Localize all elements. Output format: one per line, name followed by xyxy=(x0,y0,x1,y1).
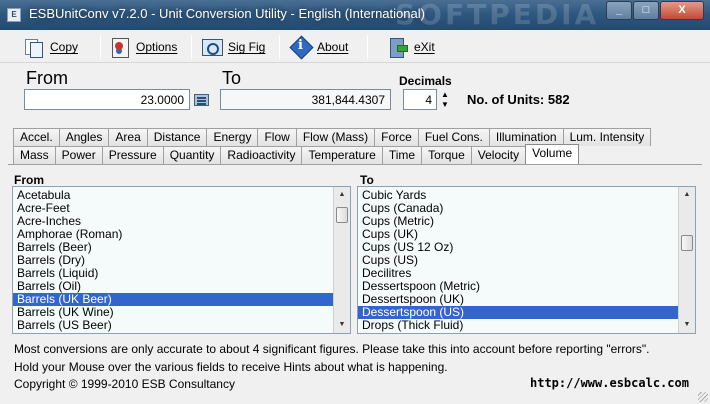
exit-label: eXit xyxy=(414,40,435,54)
tab-accel[interactable]: Accel. xyxy=(13,128,60,146)
category-tabs-row-2: Mass Power Pressure Quantity Radioactivi… xyxy=(13,144,580,164)
sigfig-icon xyxy=(202,37,223,57)
watermark: SOFTPEDIA xyxy=(395,0,600,31)
tab-area[interactable]: Area xyxy=(108,128,148,146)
toolbar-separator xyxy=(279,35,280,59)
to-value-field[interactable]: 381,844.4307 xyxy=(220,89,391,110)
to-list-scrollbar[interactable]: ▲ ▼ xyxy=(678,187,695,333)
sigfig-button[interactable]: Sig Fig xyxy=(202,34,265,60)
tab-force[interactable]: Force xyxy=(374,128,419,146)
window-title: ESBUnitConv v7.2.0 - Unit Conversion Uti… xyxy=(29,6,425,21)
tab-distance[interactable]: Distance xyxy=(146,128,208,146)
spin-down-icon[interactable]: ▼ xyxy=(440,100,450,110)
maximize-button[interactable]: □ xyxy=(633,1,659,20)
about-button[interactable]: About xyxy=(291,34,348,60)
decimals-label: Decimals xyxy=(399,74,452,88)
copy-button[interactable]: Copy xyxy=(24,34,78,60)
sigfig-label: Sig Fig xyxy=(228,40,266,54)
to-heading: To xyxy=(222,68,242,88)
tab-radioactivity[interactable]: Radioactivity xyxy=(220,146,303,164)
window-controls: _ □ X xyxy=(605,1,704,20)
scroll-up-icon[interactable]: ▲ xyxy=(679,187,695,203)
from-list-label: From xyxy=(14,173,44,187)
toolbar: Copy Options Sig Fig About eXit xyxy=(0,30,710,63)
minimize-button[interactable]: _ xyxy=(606,1,632,20)
options-button[interactable]: Options xyxy=(110,34,177,60)
hint-note: Hold your Mouse over the various fields … xyxy=(14,360,448,374)
list-item[interactable]: Drops (Thick Fluid) xyxy=(358,319,678,332)
options-icon xyxy=(110,37,130,58)
from-list-scrollbar[interactable]: ▲ ▼ xyxy=(333,187,350,333)
resize-grip[interactable] xyxy=(698,392,708,402)
copy-icon xyxy=(24,37,44,58)
title-bar: E ESBUnitConv v7.2.0 - Unit Conversion U… xyxy=(0,0,710,31)
close-button[interactable]: X xyxy=(660,1,704,20)
to-unit-list[interactable]: Cubic Yards Cups (Canada) Cups (Metric) … xyxy=(357,186,696,334)
tab-volume[interactable]: Volume xyxy=(525,144,580,164)
scroll-up-icon[interactable]: ▲ xyxy=(334,187,350,203)
scroll-thumb[interactable] xyxy=(336,207,348,223)
exit-icon xyxy=(388,37,408,58)
copy-label: Copy xyxy=(50,40,79,54)
decimals-field[interactable]: 4 xyxy=(403,89,437,110)
tab-mass[interactable]: Mass xyxy=(13,146,56,164)
spin-up-icon[interactable]: ▲ xyxy=(440,90,450,100)
options-label: Options xyxy=(136,40,178,54)
tab-quantity[interactable]: Quantity xyxy=(162,146,222,164)
from-unit-list[interactable]: Acetabula Acre-Feet Acre-Inches Amphorae… xyxy=(12,186,351,334)
about-label: About xyxy=(317,40,349,54)
tab-flow[interactable]: Flow xyxy=(257,128,297,146)
calculator-icon[interactable] xyxy=(194,94,209,106)
tab-pressure[interactable]: Pressure xyxy=(101,146,164,164)
toolbar-separator xyxy=(100,35,101,59)
about-icon xyxy=(291,37,311,57)
scroll-thumb[interactable] xyxy=(681,235,693,251)
copyright: Copyright © 1999-2010 ESB Consultancy xyxy=(14,377,235,391)
tab-temperature[interactable]: Temperature xyxy=(301,146,383,164)
units-count: No. of Units: 582 xyxy=(467,92,570,107)
tab-flow-mass[interactable]: Flow (Mass) xyxy=(295,128,376,146)
decimals-spinner[interactable]: ▲ ▼ xyxy=(440,90,450,110)
website-link[interactable]: http://www.esbcalc.com xyxy=(530,376,689,390)
tab-time[interactable]: Time xyxy=(381,146,423,164)
toolbar-separator xyxy=(367,35,368,59)
scroll-down-icon[interactable]: ▼ xyxy=(679,317,695,333)
to-list-label: To xyxy=(360,173,374,187)
tab-energy[interactable]: Energy xyxy=(206,128,259,146)
exit-button[interactable]: eXit xyxy=(388,34,435,60)
tab-torque[interactable]: Torque xyxy=(421,146,472,164)
accuracy-note: Most conversions are only accurate to ab… xyxy=(14,342,650,356)
app-icon[interactable]: E xyxy=(7,8,21,22)
from-heading: From xyxy=(26,68,68,88)
tab-fuel-cons[interactable]: Fuel Cons. xyxy=(417,128,490,146)
tab-velocity[interactable]: Velocity xyxy=(470,146,527,164)
from-value-field[interactable]: 23.0000 xyxy=(24,89,190,110)
tab-panel-border xyxy=(8,164,702,165)
list-item[interactable]: Barrels (US Beer) xyxy=(13,319,333,332)
tab-power[interactable]: Power xyxy=(54,146,103,164)
tab-angles[interactable]: Angles xyxy=(58,128,110,146)
toolbar-separator xyxy=(191,35,192,59)
scroll-down-icon[interactable]: ▼ xyxy=(334,317,350,333)
